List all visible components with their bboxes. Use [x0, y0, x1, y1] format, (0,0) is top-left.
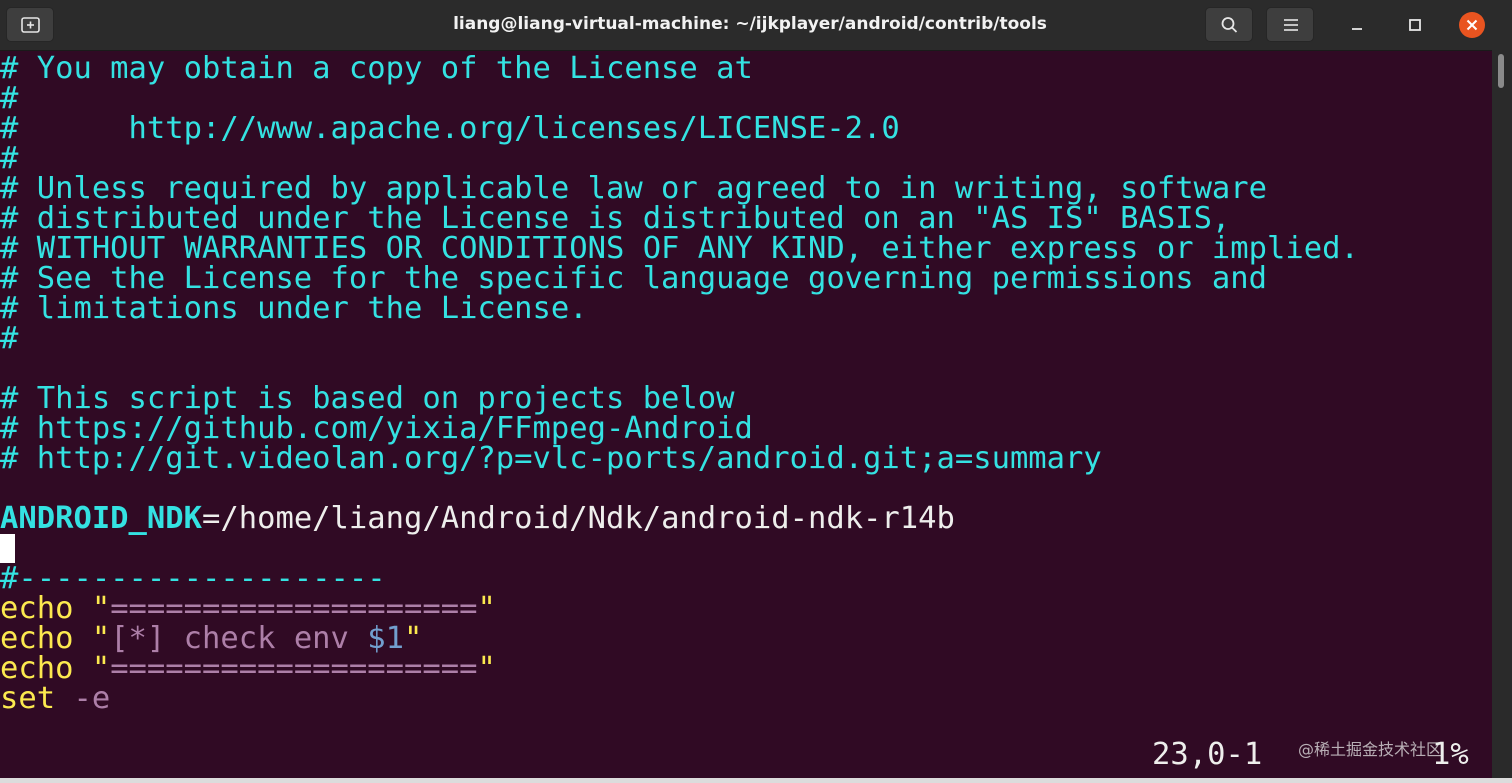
maximize-button[interactable]	[1403, 13, 1427, 37]
code-line: #	[0, 321, 19, 356]
code-line: # WITHOUT WARRANTIES OR CONDITIONS OF AN…	[0, 231, 1359, 266]
ndk-variable-name: ANDROID_NDK	[0, 501, 202, 536]
code-line: # See the License for the specific langu…	[0, 261, 1268, 296]
code-line: # limitations under the License.	[0, 291, 588, 326]
echo-line: echo "[*] check env $1"	[0, 621, 423, 656]
ndk-assignment-line: ANDROID_NDK=/home/liang/Android/Ndk/andr…	[0, 501, 955, 536]
code-line: #	[0, 81, 19, 116]
cursor-position: 23,0-1	[1152, 737, 1263, 772]
close-icon	[1466, 19, 1478, 31]
set-line: set -e	[0, 681, 111, 716]
echo-line: echo "===================="	[0, 591, 496, 626]
terminal-content[interactable]: # You may obtain a copy of the License a…	[0, 50, 1492, 780]
maximize-icon	[1409, 19, 1421, 31]
search-icon	[1221, 17, 1238, 33]
title-bar: liang@liang-virtual-machine: ~/ijkplayer…	[0, 0, 1512, 51]
ndk-path-value: =/home/liang/Android/Ndk/android-ndk-r14…	[202, 501, 955, 536]
watermark: @稀土掘金技术社区	[1298, 740, 1443, 759]
divider-comment: #--------------------	[0, 561, 386, 596]
minimize-button[interactable]	[1345, 13, 1369, 37]
code-line: # Unless required by applicable law or a…	[0, 171, 1268, 206]
code-line: # http://www.apache.org/licenses/LICENSE…	[0, 111, 900, 146]
code-line: # You may obtain a copy of the License a…	[0, 51, 753, 86]
echo-line: echo "===================="	[0, 651, 496, 686]
close-button[interactable]	[1459, 12, 1485, 38]
terminal-window: liang@liang-virtual-machine: ~/ijkplayer…	[0, 0, 1512, 783]
bottom-edge	[0, 778, 1512, 783]
minimize-icon	[1352, 28, 1362, 30]
text-cursor	[0, 534, 15, 563]
hamburger-menu-icon	[1284, 19, 1298, 31]
menu-button[interactable]	[1266, 7, 1314, 42]
search-button[interactable]	[1205, 7, 1253, 42]
code-line: # distributed under the License is distr…	[0, 201, 1231, 236]
code-line: # https://github.com/yixia/FFmpeg-Androi…	[0, 411, 753, 446]
code-line: # http://git.videolan.org/?p=vlc-ports/a…	[0, 441, 1102, 476]
scrollbar[interactable]	[1492, 50, 1512, 783]
code-line: # This script is based on projects below	[0, 381, 735, 416]
scrollbar-thumb[interactable]	[1498, 54, 1504, 88]
code-line: #	[0, 141, 19, 176]
